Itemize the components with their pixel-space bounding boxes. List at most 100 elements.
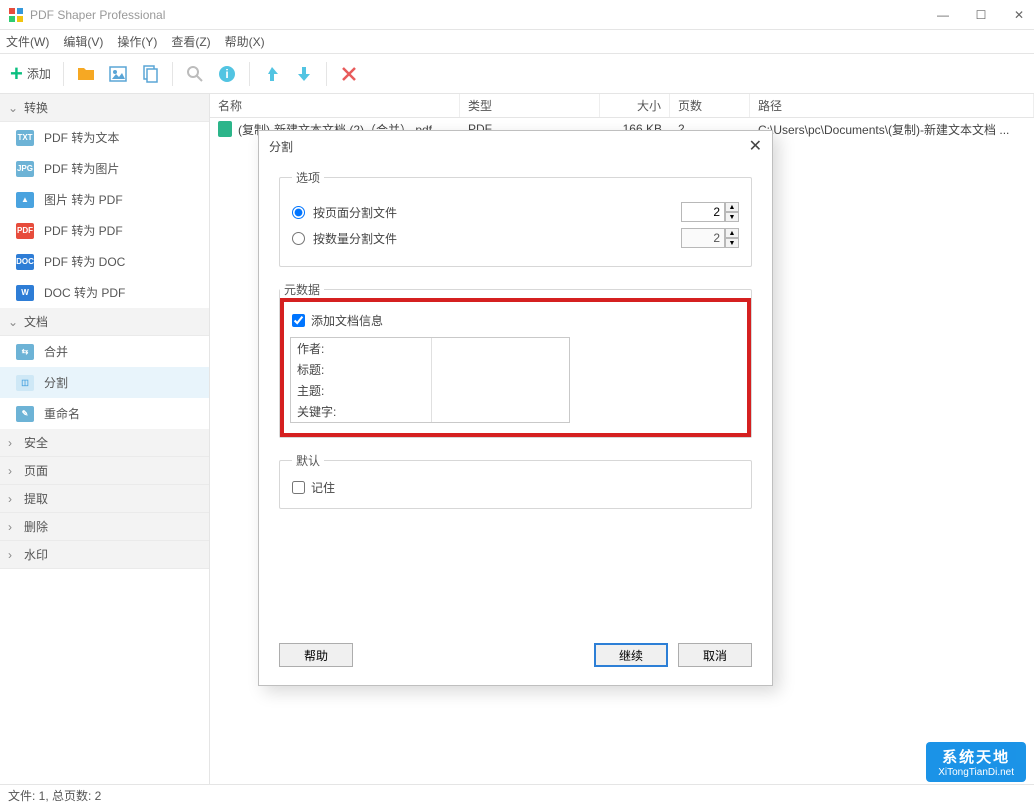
arrow-up-icon[interactable]	[262, 64, 282, 84]
group-security[interactable]: ›安全	[0, 429, 209, 457]
menu-operate[interactable]: 操作(Y)	[117, 33, 157, 50]
watermark: 系统天地 XiTongTianDi.net	[926, 742, 1026, 782]
chevron-down-icon: ⌄	[8, 101, 18, 115]
metadata-highlight-box: 添加文档信息 作者: 标题: 主题: 关键字:	[280, 298, 751, 437]
minimize-button[interactable]: —	[936, 8, 950, 22]
split-icon: ◫	[16, 375, 34, 391]
sidebar-item-pdf-to-doc[interactable]: DOCPDF 转为 DOC	[0, 246, 209, 277]
separator	[63, 62, 64, 86]
chevron-right-icon: ›	[8, 492, 18, 506]
chevron-down-icon: ⌄	[8, 315, 18, 329]
watermark-url: XiTongTianDi.net	[938, 767, 1014, 778]
input-by-page[interactable]	[681, 202, 725, 222]
arrow-down-icon[interactable]	[294, 64, 314, 84]
meta-keywords-value[interactable]	[431, 401, 569, 422]
label-remember: 记住	[311, 479, 335, 496]
menu-help[interactable]: 帮助(X)	[225, 33, 265, 50]
meta-subject-value[interactable]	[431, 380, 569, 401]
checkbox-remember[interactable]	[292, 481, 305, 494]
label-add-doc-info: 添加文档信息	[311, 312, 383, 329]
img-icon: ▲	[16, 192, 34, 208]
statusbar: 文件: 1, 总页数: 2	[0, 784, 1034, 806]
chevron-right-icon: ›	[8, 464, 18, 478]
txt-icon: TXT	[16, 130, 34, 146]
menu-edit[interactable]: 编辑(V)	[63, 33, 103, 50]
meta-keywords-label: 关键字:	[291, 401, 431, 422]
close-button[interactable]: ✕	[1012, 8, 1026, 22]
group-delete[interactable]: ›删除	[0, 513, 209, 541]
group-convert[interactable]: ⌄转换	[0, 94, 209, 122]
search-icon[interactable]	[185, 64, 205, 84]
sidebar-item-doc-to-pdf[interactable]: WDOC 转为 PDF	[0, 277, 209, 308]
col-name[interactable]: 名称	[210, 94, 460, 117]
maximize-button[interactable]: ☐	[974, 8, 988, 22]
checkbox-add-doc-info[interactable]	[292, 314, 305, 327]
pdf-file-icon	[218, 121, 232, 137]
sidebar-item-image-to-pdf[interactable]: ▲图片 转为 PDF	[0, 184, 209, 215]
menu-file[interactable]: 文件(W)	[6, 33, 49, 50]
file-path: C:\Users\pc\Documents\(复制)-新建文本文档 ...	[750, 121, 1034, 138]
add-label: 添加	[27, 65, 51, 82]
split-dialog: 分割 ✕ 选项 按页面分割文件 ▲▼ 按数量分割文件 ▲▼	[258, 130, 773, 686]
spin-up[interactable]: ▲	[725, 202, 739, 212]
group-page[interactable]: ›页面	[0, 457, 209, 485]
sidebar-item-pdf-to-pdf[interactable]: PDFPDF 转为 PDF	[0, 215, 209, 246]
meta-author-value[interactable]	[431, 338, 569, 359]
sidebar-item-pdf-to-image[interactable]: JPGPDF 转为图片	[0, 153, 209, 184]
input-by-count[interactable]	[681, 228, 725, 248]
sidebar-item-split[interactable]: ◫分割	[0, 367, 209, 398]
options-fieldset: 选项 按页面分割文件 ▲▼ 按数量分割文件 ▲▼	[279, 169, 752, 267]
add-button[interactable]: + 添加	[10, 61, 51, 87]
default-fieldset: 默认 记住	[279, 452, 752, 509]
dialog-close-button[interactable]: ✕	[749, 136, 762, 156]
spin-up[interactable]: ▲	[725, 228, 739, 238]
radio-by-count[interactable]	[292, 232, 305, 245]
metadata-legend: 元数据	[280, 281, 324, 298]
sidebar-item-rename[interactable]: ✎重命名	[0, 398, 209, 429]
copy-icon[interactable]	[140, 64, 160, 84]
meta-title-value[interactable]	[431, 359, 569, 380]
merge-icon: ⇆	[16, 344, 34, 360]
rename-icon: ✎	[16, 406, 34, 422]
help-button[interactable]: 帮助	[279, 643, 353, 667]
col-type[interactable]: 类型	[460, 94, 600, 117]
chevron-right-icon: ›	[8, 436, 18, 450]
group-extract[interactable]: ›提取	[0, 485, 209, 513]
dialog-titlebar: 分割 ✕	[259, 131, 772, 161]
continue-button[interactable]: 继续	[594, 643, 668, 667]
spin-down[interactable]: ▼	[725, 212, 739, 222]
jpg-icon: JPG	[16, 161, 34, 177]
options-legend: 选项	[292, 169, 324, 186]
folder-icon[interactable]	[76, 64, 96, 84]
separator	[249, 62, 250, 86]
close-x-icon[interactable]	[339, 64, 359, 84]
meta-author-label: 作者:	[291, 338, 431, 359]
window-title: PDF Shaper Professional	[30, 8, 165, 22]
col-size[interactable]: 大小	[600, 94, 670, 117]
column-headers: 名称 类型 大小 页数 路径	[210, 94, 1034, 118]
meta-title-label: 标题:	[291, 359, 431, 380]
sidebar: ⌄转换 TXTPDF 转为文本 JPGPDF 转为图片 ▲图片 转为 PDF P…	[0, 94, 210, 784]
image-icon[interactable]	[108, 64, 128, 84]
app-logo-icon	[8, 7, 24, 23]
dialog-title: 分割	[269, 138, 293, 155]
separator	[172, 62, 173, 86]
label-by-count: 按数量分割文件	[313, 230, 673, 247]
cancel-button[interactable]: 取消	[678, 643, 752, 667]
sidebar-item-merge[interactable]: ⇆合并	[0, 336, 209, 367]
sidebar-item-pdf-to-text[interactable]: TXTPDF 转为文本	[0, 122, 209, 153]
group-document[interactable]: ⌄文档	[0, 308, 209, 336]
label-by-page: 按页面分割文件	[313, 204, 673, 221]
info-icon[interactable]: i	[217, 64, 237, 84]
spin-down[interactable]: ▼	[725, 238, 739, 248]
group-watermark[interactable]: ›水印	[0, 541, 209, 569]
radio-by-page[interactable]	[292, 206, 305, 219]
metadata-table: 作者: 标题: 主题: 关键字:	[290, 337, 570, 423]
col-path[interactable]: 路径	[750, 94, 1034, 117]
chevron-right-icon: ›	[8, 520, 18, 534]
col-pages[interactable]: 页数	[670, 94, 750, 117]
menu-view[interactable]: 查看(Z)	[171, 33, 210, 50]
watermark-cn: 系统天地	[942, 746, 1010, 767]
meta-subject-label: 主题:	[291, 380, 431, 401]
status-text: 文件: 1, 总页数: 2	[8, 787, 101, 804]
